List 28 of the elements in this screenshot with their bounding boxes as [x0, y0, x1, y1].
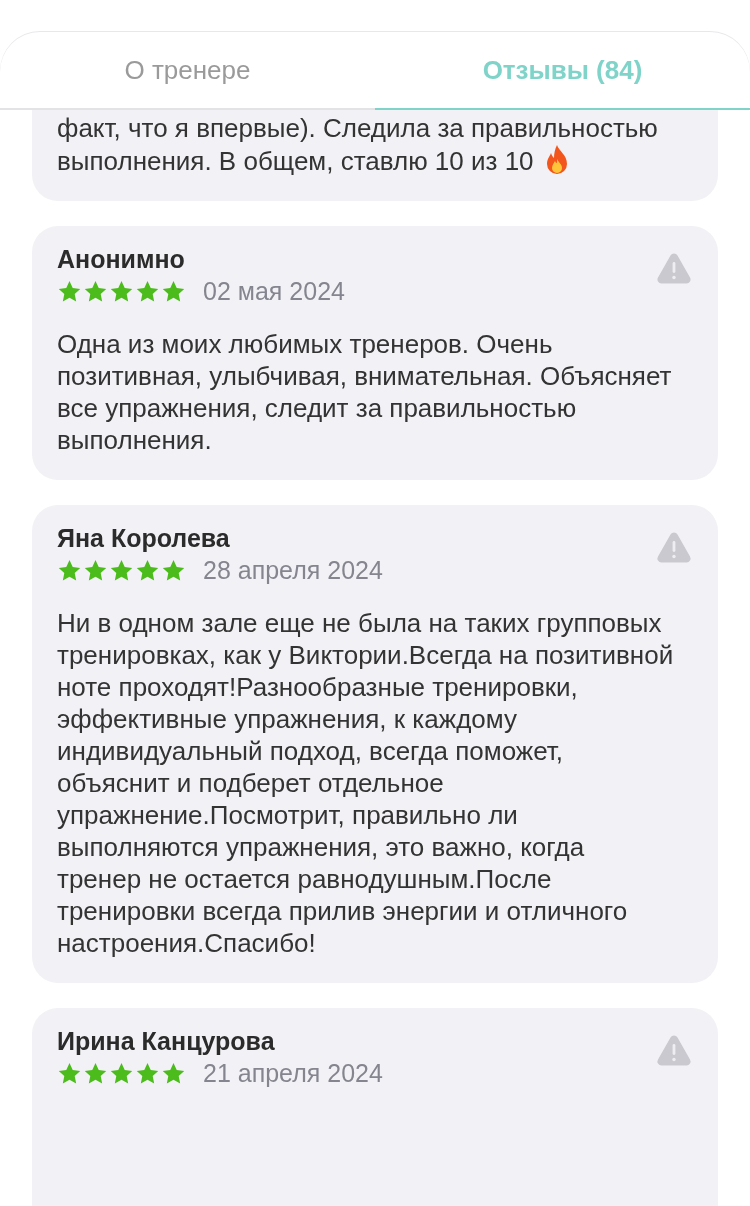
- warning-icon[interactable]: [656, 1034, 692, 1066]
- star-icon: [83, 278, 108, 304]
- warning-icon[interactable]: [656, 531, 692, 563]
- warning-icon[interactable]: [656, 252, 692, 284]
- star-icon: [57, 278, 82, 304]
- review-text: Ни в одном зале еще не была на таких групповых тренировках, как у Виктории.Всегда на позитивной ноте проходят!Разнообразные тренировки, эффективные упражнения, к каждому индивидуальный подход, всегда поможет, объяснит и подберет отдельное упражнение.Посмотрит, правильно ли выполняются упражнения, это важно, когда тренер не остается равнодушным.После тренировки всегда прилив энергии и отличного настроения.Спасибо!: [57, 608, 674, 958]
- review-date: 21 апреля 2024: [203, 1058, 383, 1088]
- review-date: 02 мая 2024: [203, 276, 345, 306]
- author-name: Яна Королева: [57, 523, 230, 553]
- star-icon: [109, 1060, 134, 1086]
- author-name: Анонимно: [57, 244, 185, 274]
- star-icon: [135, 1060, 160, 1086]
- tab[interactable]: О тренере: [0, 32, 375, 110]
- star-icon: [161, 1060, 186, 1086]
- star-icon: [109, 278, 134, 304]
- star-icon: [83, 557, 108, 583]
- star-icon: [161, 278, 186, 304]
- author-name: Ирина Канцурова: [57, 1026, 275, 1056]
- review-text: Одна из моих любимых тренеров. Очень позитивная, улыбчивая, внимательная. Объясняет все упражнения, следит за правильностью выполнения.: [57, 329, 672, 455]
- review-text: факт, что я впервые). Следила за правильностью выполнения. В общем, ставлю 10 из 10: [57, 113, 658, 176]
- star-icon: [135, 557, 160, 583]
- star-icon: [83, 1060, 108, 1086]
- star-icon: [161, 557, 186, 583]
- review-date: 28 апреля 2024: [203, 555, 383, 585]
- star-icon: [109, 557, 134, 583]
- star-icon: [57, 557, 82, 583]
- star-icon: [57, 1060, 82, 1086]
- star-icon: [135, 278, 160, 304]
